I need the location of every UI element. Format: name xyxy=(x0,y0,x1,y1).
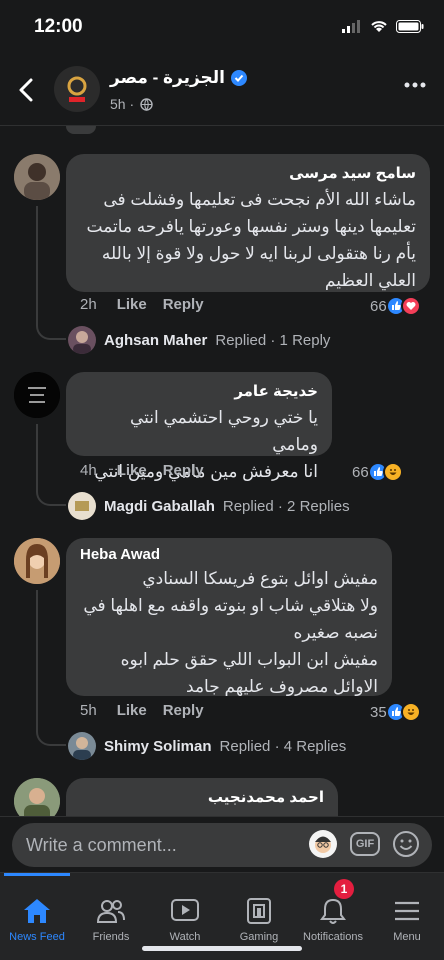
comment-bubble[interactable]: احمد محمدنجيب xyxy=(66,778,338,816)
watch-icon xyxy=(171,899,199,921)
tab-news-feed[interactable]: News Feed xyxy=(0,873,74,943)
replier-avatar xyxy=(68,492,96,520)
battery-icon xyxy=(396,20,424,33)
replier-name[interactable]: Shimy Soliman xyxy=(104,738,212,755)
thread-line xyxy=(36,206,66,340)
replier-avatar xyxy=(68,732,96,760)
composer-icons: GIF xyxy=(308,829,420,859)
comment-actions: 5h Like Reply xyxy=(80,702,204,719)
reaction-summary[interactable]: 66 xyxy=(370,296,421,316)
notification-badge: 1 xyxy=(334,879,354,899)
comment-text: ماشاء الله الأم نجحت فى تعليمها وفشلت فى… xyxy=(86,190,416,290)
tab-label: Menu xyxy=(393,931,421,943)
replier-name[interactable]: Aghsan Maher xyxy=(104,332,207,349)
tab-notifications[interactable]: Notifications 1 xyxy=(296,873,370,943)
comments-feed[interactable]: سامح سيد مرسى ماشاء الله الأم نجحت فى تع… xyxy=(0,126,444,816)
page-avatar[interactable] xyxy=(54,66,100,112)
more-options-icon[interactable] xyxy=(404,82,426,88)
reply-button[interactable]: Reply xyxy=(163,296,204,313)
globe-icon xyxy=(140,97,153,111)
aljazeera-logo-icon xyxy=(67,76,87,102)
page-name[interactable]: الجزيرة - مصر xyxy=(110,68,225,88)
back-arrow-icon[interactable] xyxy=(16,76,36,104)
verified-badge-icon xyxy=(231,70,247,86)
comment-composer: Write a comment... GIF xyxy=(0,816,444,872)
comment-author-name[interactable]: خديجة عامر xyxy=(80,382,318,400)
gif-button[interactable]: GIF xyxy=(350,832,380,856)
like-button[interactable]: Like xyxy=(117,702,147,719)
reaction-summary[interactable]: 66 xyxy=(352,462,403,482)
status-bar: 12:00 xyxy=(0,0,444,56)
comment-author-avatar[interactable] xyxy=(14,154,60,200)
haha-reaction-icon xyxy=(382,462,403,482)
reply-button[interactable]: Reply xyxy=(163,462,204,479)
comment-author-name[interactable]: سامح سيد مرسى xyxy=(80,164,416,182)
status-time: 12:00 xyxy=(34,16,83,37)
home-indicator[interactable] xyxy=(142,946,302,951)
replies-row[interactable]: Shimy Soliman Replied · 4 Replies xyxy=(68,732,346,760)
post-header: الجزيرة - مصر 5h · xyxy=(0,56,444,126)
thread-line xyxy=(36,424,66,506)
avatar-sticker-icon[interactable] xyxy=(308,829,338,859)
comment-time: 4h xyxy=(80,462,97,479)
replier-avatar xyxy=(68,326,96,354)
like-button[interactable]: Like xyxy=(117,462,147,479)
reaction-count: 35 xyxy=(370,703,387,721)
reaction-count: 66 xyxy=(352,463,369,481)
comment-time: 2h xyxy=(80,296,97,313)
post-time: 5h · xyxy=(110,96,135,112)
home-icon xyxy=(24,899,50,923)
tab-label: Watch xyxy=(169,931,201,943)
comment-author-avatar[interactable] xyxy=(14,778,60,816)
menu-icon xyxy=(395,901,419,921)
tab-label: Notifications xyxy=(303,931,363,943)
bell-icon xyxy=(320,898,346,924)
like-button[interactable]: Like xyxy=(117,296,147,313)
comment-bubble[interactable]: سامح سيد مرسى ماشاء الله الأم نجحت فى تع… xyxy=(66,154,430,292)
tab-label: News Feed xyxy=(9,931,65,943)
friends-icon xyxy=(96,900,125,923)
tab-label: Friends xyxy=(92,931,130,943)
replies-count[interactable]: Replied · 4 Replies xyxy=(220,738,347,755)
previous-comment-edge xyxy=(66,126,96,134)
comment-placeholder[interactable]: Write a comment... xyxy=(26,835,177,856)
tab-label: Gaming xyxy=(239,931,279,943)
reply-button[interactable]: Reply xyxy=(163,702,204,719)
replies-row[interactable]: Aghsan Maher Replied · 1 Reply xyxy=(68,326,330,354)
replies-count[interactable]: Replied · 1 Reply xyxy=(215,332,330,349)
post-meta: 5h · xyxy=(110,96,153,112)
active-tab-indicator xyxy=(4,873,70,876)
tab-friends[interactable]: Friends xyxy=(74,873,148,943)
thread-line xyxy=(36,590,66,746)
love-reaction-icon xyxy=(400,296,421,316)
tab-menu[interactable]: Menu xyxy=(370,873,444,943)
comment-bubble[interactable]: Heba Awad مفيش اوائل بتوع فريسكا السنادي… xyxy=(66,538,392,696)
comment-author-avatar[interactable] xyxy=(14,372,60,418)
gif-label: GIF xyxy=(355,838,375,850)
wifi-icon xyxy=(371,21,387,32)
comment-actions: 4h Like Reply xyxy=(80,462,204,479)
signal-icon xyxy=(342,20,360,33)
tab-watch[interactable]: Watch xyxy=(148,873,222,943)
comment-author-name[interactable]: احمد محمدنجيب xyxy=(80,788,324,806)
comment-author-name[interactable]: Heba Awad xyxy=(80,546,378,563)
replies-row[interactable]: Magdi Gaballah Replied · 2 Replies xyxy=(68,492,350,520)
comment-bubble[interactable]: خديجة عامر يا ختي روحي احتشمي انتي ومامي… xyxy=(66,372,332,481)
replier-name[interactable]: Magdi Gaballah xyxy=(104,498,215,515)
comment-author-avatar[interactable] xyxy=(14,538,60,584)
reaction-summary[interactable]: 35 xyxy=(370,702,421,722)
tab-gaming[interactable]: Gaming xyxy=(222,873,296,943)
page-title-row[interactable]: الجزيرة - مصر xyxy=(110,68,247,88)
emoji-icon[interactable] xyxy=(392,830,420,858)
haha-reaction-icon xyxy=(400,702,421,722)
replies-count[interactable]: Replied · 2 Replies xyxy=(223,498,350,515)
gaming-icon xyxy=(247,898,271,924)
comment-actions: 2h Like Reply xyxy=(80,296,204,313)
comment-time: 5h xyxy=(80,702,97,719)
status-icons xyxy=(342,20,424,33)
reaction-count: 66 xyxy=(370,297,387,315)
comment-text: مفيش اوائل بتوع فريسكا السنادي ولا هتلاق… xyxy=(83,569,378,696)
